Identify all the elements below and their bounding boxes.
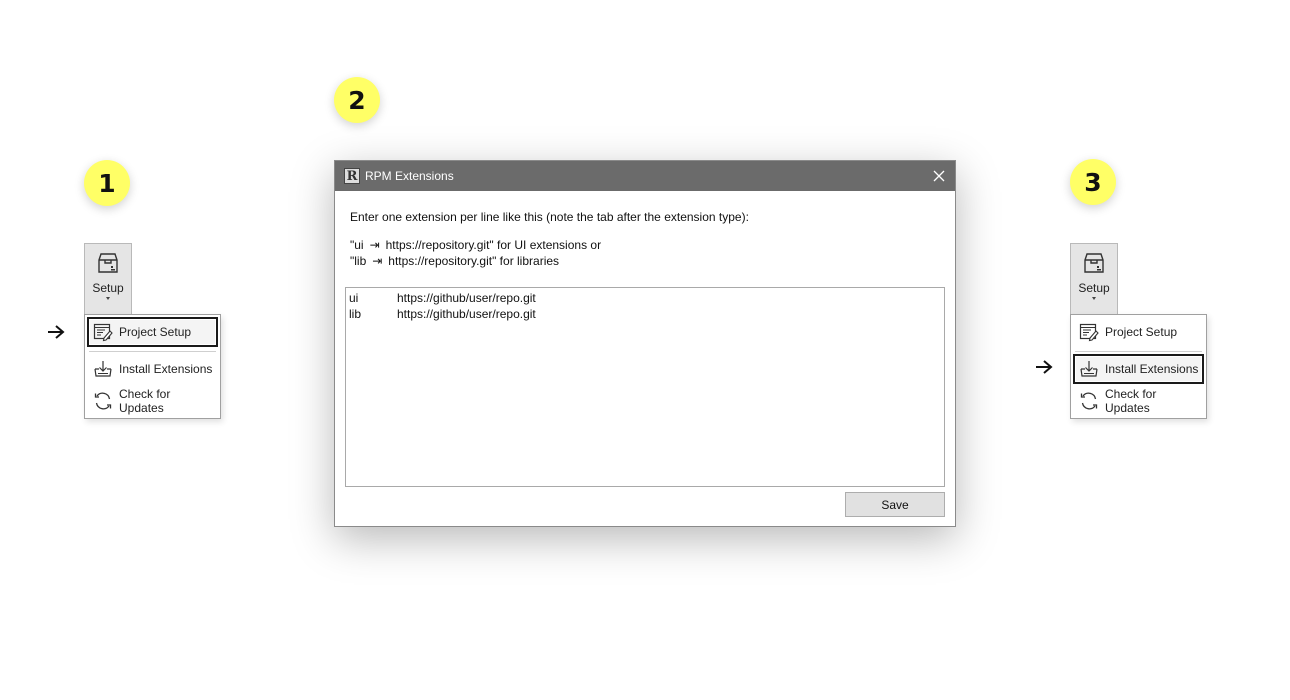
extension-type: lib (349, 307, 362, 321)
menu-item-project-setup[interactable]: Project Setup (1073, 317, 1204, 347)
tab-icon: ⇥ (369, 238, 380, 252)
refresh-icon (1080, 392, 1098, 410)
tab-icon: ⇥ (372, 254, 383, 268)
setup-ribbon-button[interactable]: Setup (84, 243, 132, 315)
example-type: "lib (350, 254, 367, 268)
extensions-textarea[interactable]: ui https://github/user/repo.git lib http… (345, 287, 945, 487)
arrow-right-icon (1036, 360, 1053, 374)
menu-item-check-for-updates[interactable]: Check for Updates (1073, 386, 1204, 416)
extension-url: https://github/user/repo.git (397, 307, 536, 321)
chevron-down-icon (1092, 297, 1096, 300)
instructions-text: Enter one extension per line like this (… (350, 210, 749, 224)
textarea-line: ui https://github/user/repo.git (349, 290, 941, 306)
menu-item-label: Install Extensions (119, 362, 213, 376)
extension-type: ui (349, 291, 359, 305)
setup-dropdown-menu: Project Setup Install Extensions Check f… (84, 314, 221, 419)
project-setup-icon (93, 323, 113, 342)
rpm-extensions-dialog: R RPM Extensions Enter one extension per… (334, 160, 956, 527)
dialog-title: RPM Extensions (365, 169, 454, 183)
example-line: "ui ⇥ https://repository.git" for UI exten… (350, 237, 601, 253)
extension-url: https://github/user/repo.git (397, 291, 536, 305)
menu-item-label: Check for Updates (1105, 387, 1157, 415)
menu-item-label: Project Setup (119, 325, 192, 339)
dialog-titlebar[interactable]: R RPM Extensions (335, 161, 955, 191)
step-badge-3: 3 (1070, 159, 1116, 205)
step-badge-1: 1 (84, 160, 130, 206)
app-logo-icon: R (344, 168, 360, 184)
menu-item-install-extensions[interactable]: Install Extensions (1073, 354, 1204, 384)
menu-item-project-setup[interactable]: Project Setup (87, 317, 218, 347)
example-type: "ui (350, 238, 364, 252)
close-icon (933, 170, 945, 182)
example-rest: https://repository.git" for libraries (388, 254, 560, 268)
arrow-right-icon (48, 325, 65, 339)
step-badge-2: 2 (334, 77, 380, 123)
install-extensions-icon (1080, 361, 1098, 377)
refresh-icon (94, 392, 112, 410)
setup-box-icon (1084, 253, 1104, 273)
menu-item-install-extensions[interactable]: Install Extensions (87, 354, 218, 384)
close-button[interactable] (929, 166, 949, 186)
example-rest: https://repository.git" for UI extension… (385, 238, 602, 252)
menu-divider (1075, 351, 1202, 352)
menu-divider (89, 351, 216, 352)
menu-item-check-for-updates[interactable]: Check for Updates (87, 386, 218, 416)
setup-ribbon-button[interactable]: Setup (1070, 243, 1118, 315)
menu-item-label: Install Extensions (1105, 362, 1199, 376)
setup-dropdown-menu: Project Setup Install Extensions Check f… (1070, 314, 1207, 419)
example-line: "lib ⇥ https://repository.git" for librari… (350, 253, 559, 269)
save-button[interactable]: Save (845, 492, 945, 517)
install-extensions-icon (94, 361, 112, 377)
textarea-line: lib https://github/user/repo.git (349, 306, 941, 322)
setup-label: Setup (1078, 281, 1110, 295)
menu-item-label: Check for Updates (119, 387, 171, 415)
setup-label: Setup (92, 281, 124, 295)
chevron-down-icon (106, 297, 110, 300)
setup-box-icon (98, 253, 118, 273)
menu-item-label: Project Setup (1105, 325, 1178, 339)
project-setup-icon (1079, 323, 1099, 342)
